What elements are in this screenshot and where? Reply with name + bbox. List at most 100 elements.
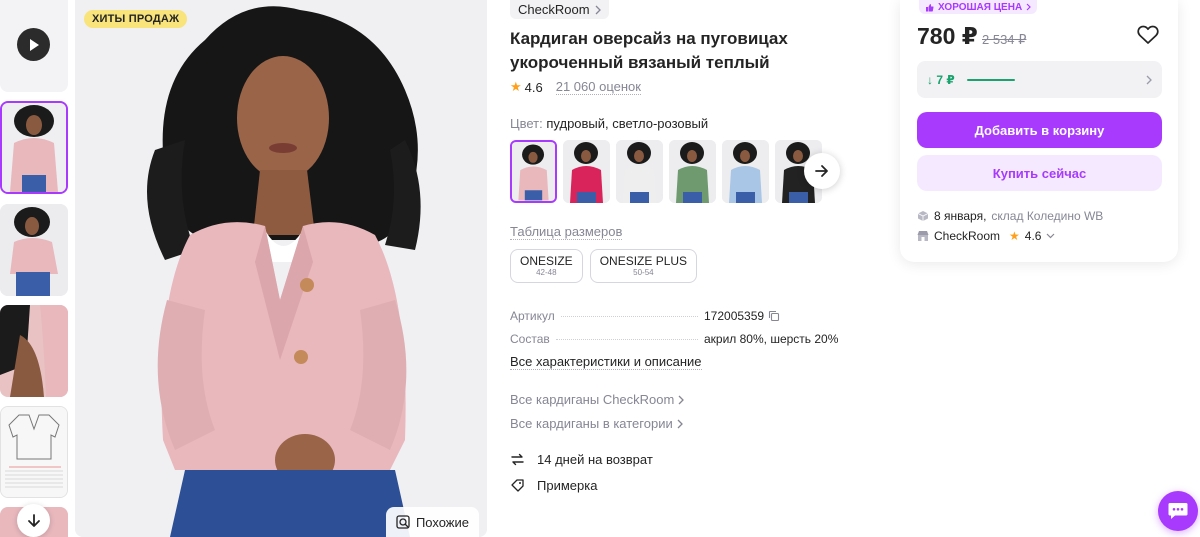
star-icon: ★ <box>510 79 522 94</box>
return-policy-label: 14 дней на возврат <box>537 452 653 467</box>
tag-icon <box>511 479 524 492</box>
all-brand-cardigans-link[interactable]: Все кардиганы CheckRoom <box>510 392 685 407</box>
return-arrows-icon <box>511 453 524 466</box>
thumbnail-image-3[interactable] <box>0 305 68 397</box>
fitting-label: Примерка <box>537 478 598 493</box>
arrow-right-icon <box>815 165 828 177</box>
add-to-favorites-button[interactable] <box>1137 25 1161 47</box>
bestseller-badge: ХИТЫ ПРОДАЖ <box>84 10 188 28</box>
color-swatch-5[interactable] <box>722 140 769 203</box>
all-category-cardigans-link[interactable]: Все кардиганы в категории <box>510 416 683 431</box>
add-to-cart-button[interactable]: Добавить в корзину <box>917 112 1162 148</box>
thumbnail-photo <box>0 204 68 296</box>
color-label: Цвет: пудровый, светло-розовый <box>510 116 708 131</box>
color-swatch-2[interactable] <box>563 140 610 203</box>
color-swatches <box>510 140 822 203</box>
arrow-down-icon <box>27 513 40 527</box>
product-title-line-2: укороченный вязаный теплый <box>510 53 770 72</box>
spec-row-article: Артикул 172005359 <box>510 309 830 323</box>
thumbnail-photo <box>0 305 68 397</box>
chevron-right-icon <box>595 5 601 14</box>
buy-now-button[interactable]: Купить сейчас <box>917 155 1162 191</box>
delivery-info: 8 января, склад Коледино WB <box>917 209 1103 223</box>
reviews-count-link[interactable]: 21 060 оценок <box>555 79 641 95</box>
return-policy-row: 14 дней на возврат <box>510 452 653 467</box>
thumbs-up-icon <box>926 3 934 11</box>
all-characteristics-link[interactable]: Все характеристики и описание <box>510 354 702 370</box>
spec-value: акрил 80%, шерсть 20% <box>704 332 839 346</box>
down-arrow-icon: ↓ <box>927 72 937 87</box>
chevron-right-icon <box>678 395 685 404</box>
chevron-right-icon <box>677 419 683 428</box>
swatch-photo <box>669 140 716 203</box>
box-icon <box>917 211 929 221</box>
size-option-onesize[interactable]: ONESIZE 42-48 <box>510 249 583 283</box>
delivery-date: 8 января, <box>934 209 987 223</box>
bonus-amount: ↓ 7 ₽ <box>927 73 955 87</box>
color-swatch-4[interactable] <box>669 140 716 203</box>
chat-button[interactable] <box>1158 491 1198 531</box>
color-label-prefix: Цвет: <box>510 116 543 131</box>
chevron-down-icon <box>1047 233 1055 239</box>
chat-bubble-icon <box>1168 503 1188 519</box>
similar-products-button[interactable]: Похожие <box>385 507 479 537</box>
spec-dots <box>560 316 698 317</box>
spec-dots <box>555 339 698 340</box>
spec-value: 172005359 <box>704 309 830 323</box>
color-value: пудровый, светло-розовый <box>546 116 709 131</box>
rating-value: 4.6 <box>524 79 543 95</box>
fitting-row: Примерка <box>510 478 597 493</box>
size-table-link[interactable]: Таблица размеров <box>510 224 623 240</box>
star-icon: ★ <box>1009 229 1020 243</box>
swatch-photo <box>563 140 610 203</box>
main-product-image[interactable]: ХИТЫ ПРОДАЖ Похожие <box>75 0 487 537</box>
brand-link[interactable]: CheckRoom <box>510 0 609 19</box>
size-options: ONESIZE 42-48 ONESIZE PLUS 50-54 <box>510 249 698 283</box>
brand-name: CheckRoom <box>518 2 590 17</box>
swatch-photo <box>722 140 769 203</box>
thumbnail-video[interactable] <box>0 0 68 92</box>
play-video-button[interactable] <box>17 28 50 61</box>
thumbnail-size-chart[interactable] <box>0 406 68 498</box>
spec-key: Артикул <box>510 309 555 323</box>
scroll-thumbnails-down-button[interactable] <box>17 504 50 537</box>
play-icon <box>29 38 39 51</box>
spec-row-composition: Состав акрил 80%, шерсть 20% <box>510 332 839 346</box>
swatch-photo <box>512 142 555 201</box>
seller-info[interactable]: CheckRoom ★ 4.6 <box>917 229 1055 243</box>
color-swatch-3[interactable] <box>616 140 663 203</box>
bonus-row[interactable]: ↓ 7 ₽ <box>917 61 1162 98</box>
thumbnail-image-2[interactable] <box>0 204 68 296</box>
bonus-value: 7 ₽ <box>936 72 955 87</box>
current-price: 780 ₽ <box>917 23 978 49</box>
good-price-badge[interactable]: ХОРОШАЯ ЦЕНА <box>919 0 1038 14</box>
bonus-progress-bar <box>966 78 1015 81</box>
thumbnail-strip <box>0 0 70 537</box>
size-name: ONESIZE PLUS <box>599 254 688 268</box>
search-similar-icon <box>396 515 410 529</box>
article-number: 172005359 <box>704 309 765 323</box>
size-option-onesize-plus[interactable]: ONESIZE PLUS 50-54 <box>589 249 698 283</box>
swatch-photo <box>616 140 663 203</box>
color-swatch-1[interactable] <box>510 140 557 203</box>
spec-key: Состав <box>510 332 550 346</box>
link-label: Все кардиганы CheckRoom <box>510 392 675 407</box>
shop-icon <box>917 231 929 241</box>
product-title: Кардиган оверсайз на пуговицах укороченн… <box>510 27 870 75</box>
seller-rating: 4.6 <box>1024 229 1042 243</box>
link-label: Все кардиганы в категории <box>510 416 673 431</box>
size-name: ONESIZE <box>520 254 573 268</box>
warehouse-name: склад Коледино WB <box>991 209 1104 223</box>
rating-row: ★ 4.6 21 060 оценок <box>510 79 641 95</box>
seller-name: CheckRoom <box>934 229 1001 243</box>
thumbnail-photo <box>2 103 66 192</box>
old-price: 2 534 ₽ <box>982 32 1027 47</box>
chevron-right-icon <box>1146 75 1152 84</box>
size-range: 42-48 <box>536 268 557 277</box>
copy-icon[interactable] <box>768 310 780 322</box>
product-photo <box>75 0 487 537</box>
size-chart-drawing <box>1 407 67 497</box>
thumbnail-image-1[interactable] <box>0 101 68 194</box>
next-colors-button[interactable] <box>804 153 840 189</box>
chevron-right-icon <box>1026 3 1032 11</box>
